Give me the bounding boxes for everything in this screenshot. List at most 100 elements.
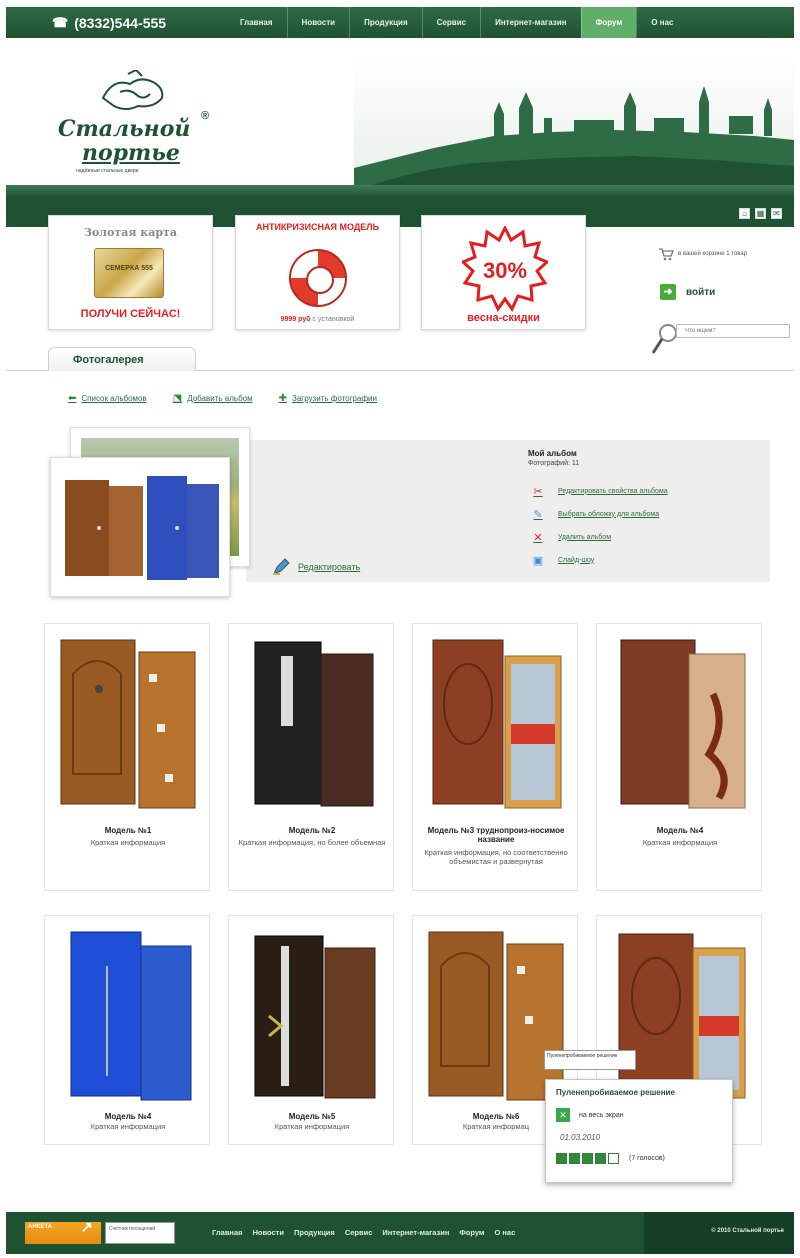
choose-cover-link[interactable]: ✎ Выбрать обложку для альбома xyxy=(530,507,668,521)
album-photo-count: Фотографий: 11 xyxy=(528,460,580,467)
product-card[interactable]: Модель №3 труднопроиз-носимое название К… xyxy=(412,623,578,891)
product-name: Модель №2 xyxy=(288,826,336,835)
home-icon[interactable]: ⌂ xyxy=(739,208,750,219)
promo-anticrisis-price: 9999 руб с установкой xyxy=(236,316,399,323)
site-header: Стальной ® портье надёжные стальные двер… xyxy=(6,38,794,197)
album-links: ✂ Редактировать свойства альбома ✎ Выбра… xyxy=(530,484,668,567)
rating-star-3[interactable] xyxy=(582,1153,593,1164)
album-title: Мой альбом xyxy=(528,449,577,458)
logo-tagline: надёжные стальные двери xyxy=(76,168,139,174)
footer-nav-service[interactable]: Сервис xyxy=(345,1228,373,1237)
promo-gold-cta: ПОЛУЧИ СЕЙЧАС! xyxy=(80,308,181,320)
slideshow-link[interactable]: ▣ Слайд-шоу xyxy=(530,553,668,567)
phone-text: (8332)544-555 xyxy=(74,14,167,31)
rating-star-4[interactable] xyxy=(595,1153,606,1164)
door-image xyxy=(432,639,562,809)
promo-spring-cta: весна-скидки xyxy=(467,312,540,324)
discount-percent: 30% xyxy=(483,258,527,283)
footer-nav: Главная Новости Продукция Сервис Интерне… xyxy=(212,1228,515,1237)
footer-nav-home[interactable]: Главная xyxy=(212,1228,243,1237)
nav-item-about[interactable]: О нас xyxy=(636,7,687,38)
kremlin-banner-image xyxy=(354,58,794,188)
header-strip xyxy=(6,185,794,197)
product-card[interactable]: Модель №1 Краткая информация xyxy=(44,623,210,891)
edit-properties-icon: ✂ xyxy=(533,485,543,498)
search-input[interactable] xyxy=(676,324,790,338)
login-button[interactable]: ➜ войти xyxy=(660,284,715,300)
edit-properties-link[interactable]: ✂ Редактировать свойства альбома xyxy=(530,484,668,498)
product-name: Модель №5 xyxy=(288,1112,336,1121)
footer-nav-products[interactable]: Продукция xyxy=(294,1228,335,1237)
nav-item-forum[interactable]: Форум xyxy=(580,7,637,38)
edit-album-label: Редактировать xyxy=(298,562,361,572)
promo-gold-title: Золотая карта xyxy=(84,226,177,239)
fullscreen-icon: ✕ xyxy=(556,1108,570,1122)
product-card[interactable]: Модель №4 Краткая информация xyxy=(44,915,210,1145)
site-logo[interactable]: Стальной ® портье надёжные стальные двер… xyxy=(58,70,218,180)
rating-star-2[interactable] xyxy=(569,1153,580,1164)
nav-item-home[interactable]: Главная xyxy=(226,7,287,38)
cart-widget[interactable]: в вашей корзине 1 товар xyxy=(658,247,747,261)
sitemap-icon[interactable]: ▦ xyxy=(755,208,766,219)
login-icon: ➜ xyxy=(660,284,676,300)
album-cover-photo[interactable] xyxy=(50,457,230,597)
footer-nav-shop[interactable]: Интернет-магазин xyxy=(382,1228,449,1237)
product-desc: Краткая информация xyxy=(642,838,718,847)
delete-icon: ✕ xyxy=(533,531,543,544)
promo-gold-card[interactable]: Золотая карта СЕМЕРКА 555 ПОЛУЧИ СЕЙЧАС! xyxy=(48,215,213,330)
add-album-label: Добавить альбом xyxy=(187,394,253,403)
door-image xyxy=(60,639,196,809)
edit-pencil-icon xyxy=(273,558,290,575)
product-name: Модель №1 xyxy=(104,826,152,835)
product-popup: Пуленепробиваемое решение ✕ на весь экра… xyxy=(545,1079,733,1183)
fullscreen-label: на весь экран xyxy=(579,1111,624,1119)
promo-spring-sale[interactable]: 30% весна-скидки xyxy=(421,215,586,330)
rating-star-1[interactable] xyxy=(556,1153,567,1164)
door-image xyxy=(70,931,192,1101)
edit-properties-label: Редактировать свойства альбома xyxy=(558,487,668,495)
footer-badge-counter[interactable]: Счётчик посещений xyxy=(105,1222,175,1244)
rating-widget: (7 голосов) xyxy=(556,1153,665,1164)
album-list-link[interactable]: ⬅ Список альбомов xyxy=(68,393,147,404)
door-image xyxy=(254,935,376,1099)
promo-anticrisis-title: АНТИКРИЗИСНАЯ МОДЕЛЬ xyxy=(255,222,380,232)
footer-nav-news[interactable]: Новости xyxy=(253,1228,284,1237)
popup-date: 01.03.2010 xyxy=(560,1133,601,1142)
fullscreen-link[interactable]: ✕ на весь экран xyxy=(556,1108,624,1122)
mail-icon[interactable]: ✉ xyxy=(771,208,782,219)
door-image xyxy=(254,641,374,807)
arrow-left-icon: ⬅ xyxy=(68,393,77,404)
slideshow-icon: ▣ xyxy=(532,554,544,567)
discount-starburst-icon: 30% xyxy=(462,226,548,312)
rating-votes: (7 голосов) xyxy=(629,1155,665,1162)
add-album-link[interactable]: ⬔ Добавить альбом xyxy=(173,393,253,404)
phone-number: ☎ (8332)544-555 xyxy=(6,15,226,31)
product-card[interactable]: Модель №2 Краткая информация, но более о… xyxy=(228,623,394,891)
product-card[interactable]: Модель №4 Краткая информация xyxy=(596,623,762,891)
footer-badge-orange[interactable]: АНКЕТА ↗ xyxy=(25,1220,101,1244)
site-footer: АНКЕТА ↗ Счётчик посещений Главная Новос… xyxy=(6,1212,794,1254)
footer-nav-forum[interactable]: Форум xyxy=(459,1228,484,1237)
edit-album-link[interactable]: Редактировать xyxy=(272,558,360,576)
nav-items: Главная Новости Продукция Сервис Интерне… xyxy=(226,7,794,38)
nav-item-service[interactable]: Сервис xyxy=(421,7,480,38)
nav-item-products[interactable]: Продукция xyxy=(349,7,422,38)
footer-nav-about[interactable]: О нас xyxy=(494,1228,515,1237)
nav-item-news[interactable]: Новости xyxy=(286,7,350,38)
nav-item-shop[interactable]: Интернет-магазин xyxy=(480,7,580,38)
delete-album-link[interactable]: ✕ Удалить альбом xyxy=(530,530,668,544)
promo-anticrisis[interactable]: АНТИКРИЗИСНАЯ МОДЕЛЬ 9999 руб с установк… xyxy=(235,215,400,330)
handshake-icon xyxy=(101,70,164,110)
tab-photogallery[interactable]: Фотогалерея xyxy=(48,347,196,371)
delete-album-label: Удалить альбом xyxy=(558,533,612,541)
logo-registered: ® xyxy=(201,110,210,122)
product-name: Модель №3 труднопроиз-носимое название xyxy=(427,826,565,844)
door-image xyxy=(428,931,564,1101)
upload-photos-link[interactable]: ✚ Загрузить фотографии xyxy=(279,393,377,404)
product-desc: Краткая информация xyxy=(90,1122,166,1131)
product-card[interactable]: Модель №5 Краткая информация xyxy=(228,915,394,1145)
upload-photos-label: Загрузить фотографии xyxy=(292,394,377,403)
product-desc: Краткая информация, но более объемная xyxy=(238,838,386,847)
rating-star-5[interactable] xyxy=(608,1153,619,1164)
slideshow-label: Слайд-шоу xyxy=(558,556,595,564)
